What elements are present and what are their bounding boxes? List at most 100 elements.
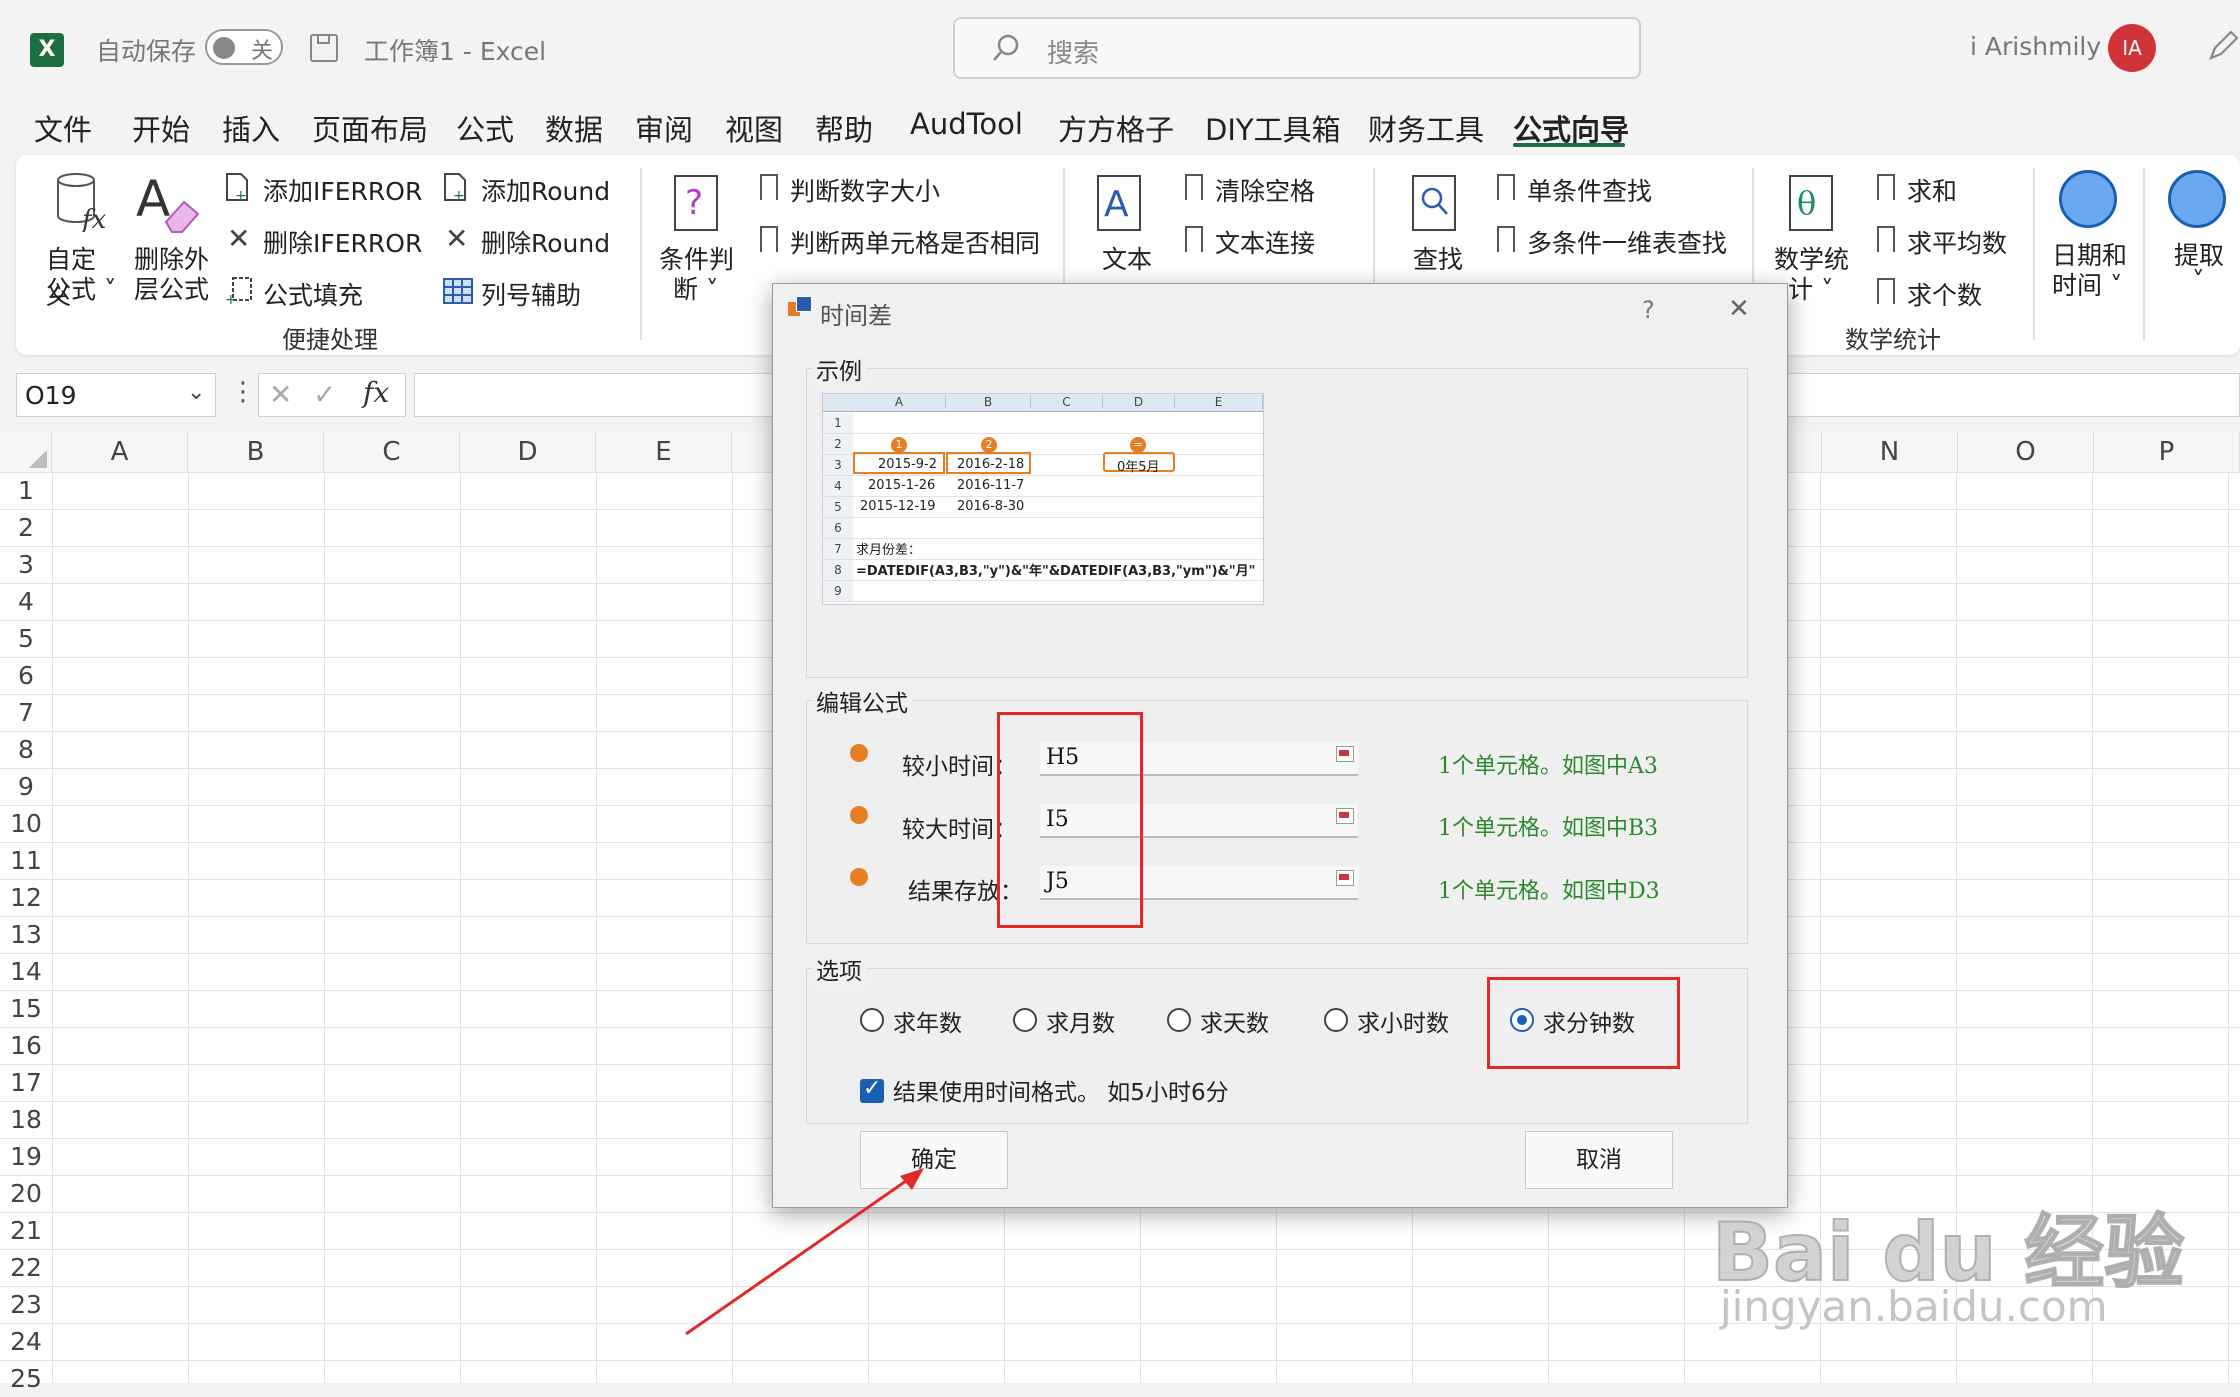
range-picker-icon[interactable] — [1336, 870, 1354, 886]
range-picker-icon[interactable] — [1336, 746, 1354, 762]
row-header[interactable]: 15 — [0, 990, 52, 1027]
row-header[interactable]: 4 — [0, 583, 52, 620]
select-all-corner[interactable] — [0, 432, 52, 472]
column-header[interactable]: N — [1822, 432, 1958, 472]
tab-diy[interactable]: DIY工具箱 — [1205, 107, 1341, 149]
search-box[interactable]: 搜索 — [953, 17, 1641, 79]
row-header[interactable]: 16 — [0, 1027, 52, 1064]
tab-home[interactable]: 开始 — [132, 107, 190, 149]
row-header[interactable]: 10 — [0, 805, 52, 842]
pen-icon[interactable] — [2205, 30, 2239, 64]
radio-years-label: 求年数 — [893, 1011, 962, 1037]
ribbon-separator — [2143, 168, 2145, 340]
row-header[interactable]: 17 — [0, 1064, 52, 1101]
column-header[interactable]: C — [324, 432, 460, 472]
extract-button[interactable]: 提取 ˅ — [2160, 170, 2235, 305]
tab-insert[interactable]: 插入 — [222, 107, 280, 149]
conditional-judge-button[interactable]: ? 条件判 断 ˅ — [655, 170, 740, 305]
help-button[interactable]: ? — [1642, 296, 1655, 324]
average-button[interactable]: 求平均数 — [1875, 222, 2025, 258]
column-header[interactable]: O — [1958, 432, 2094, 472]
radio-days[interactable] — [1167, 1008, 1191, 1032]
blue-circle-icon — [2059, 170, 2117, 228]
row-header[interactable]: 6 — [0, 657, 52, 694]
add-iferror-button[interactable]: + 添加IFERROR — [225, 170, 425, 206]
text-a-doc-icon: A — [1097, 175, 1141, 231]
column-header[interactable]: D — [460, 432, 596, 472]
column-header[interactable]: E — [596, 432, 732, 472]
row-header[interactable]: 25 — [0, 1360, 52, 1397]
count-button[interactable]: 求个数 — [1875, 274, 2005, 310]
example-cell-a5: 2015-12-19 — [860, 499, 936, 514]
delete-round-button[interactable]: ✕ 删除Round — [443, 222, 633, 258]
tab-page-layout[interactable]: 页面布局 — [312, 107, 428, 149]
row-header[interactable]: 11 — [0, 842, 52, 879]
tab-data[interactable]: 数据 — [545, 107, 603, 149]
add-round-button[interactable]: + 添加Round — [443, 170, 633, 206]
row-header[interactable]: 7 — [0, 694, 52, 731]
tab-formulas[interactable]: 公式 — [456, 107, 514, 149]
single-lookup-button[interactable]: 单条件查找 — [1495, 170, 1695, 206]
radio-years[interactable] — [860, 1008, 884, 1032]
row-header[interactable]: 2 — [0, 509, 52, 546]
row-header[interactable]: 9 — [0, 768, 52, 805]
time-format-checkbox[interactable]: ✓ — [860, 1076, 884, 1103]
cancel-x-icon[interactable]: ✕ — [269, 378, 292, 411]
custom-formula-button[interactable]: fx 自定义 公式 ˅ — [40, 170, 120, 310]
annotation-arrow — [685, 1168, 924, 1336]
row-header[interactable]: 18 — [0, 1101, 52, 1138]
text-concat-button[interactable]: 文本连接 — [1183, 222, 1353, 258]
judge-number-size-button[interactable]: 判断数字大小 — [758, 170, 1048, 206]
row-header[interactable]: 23 — [0, 1286, 52, 1323]
example-cell-a8: =DATEDIF(A3,B3,"y")&"年"&DATEDIF(A3,B3,"y… — [856, 564, 1256, 579]
judge-cells-equal-button[interactable]: 判断两单元格是否相同 — [758, 222, 1058, 258]
tab-review[interactable]: 审阅 — [635, 107, 693, 149]
column-header[interactable]: B — [188, 432, 324, 472]
autosave-toggle[interactable]: 关 — [205, 29, 283, 65]
example-cell-b5: 2016-8-30 — [957, 499, 1025, 514]
row-header[interactable]: 21 — [0, 1212, 52, 1249]
radio-months[interactable] — [1013, 1008, 1037, 1032]
tab-file[interactable]: 文件 — [34, 107, 92, 149]
name-box[interactable]: O19 ⌄ — [16, 373, 216, 417]
row-header[interactable]: 19 — [0, 1138, 52, 1175]
row-header[interactable]: 24 — [0, 1323, 52, 1360]
table-grid-icon — [443, 278, 473, 304]
column-header[interactable]: P — [2094, 432, 2240, 472]
tab-help[interactable]: 帮助 — [815, 107, 873, 149]
user-name[interactable]: i Arishmily — [1970, 32, 2101, 61]
row-header[interactable]: 20 — [0, 1175, 52, 1212]
row-header[interactable]: 3 — [0, 546, 52, 583]
sum-button[interactable]: 求和 — [1875, 170, 2005, 206]
tab-view[interactable]: 视图 — [725, 107, 783, 149]
row-header[interactable]: 12 — [0, 879, 52, 916]
row-header[interactable]: 13 — [0, 916, 52, 953]
column-header[interactable]: A — [52, 432, 188, 472]
multi-lookup-button[interactable]: 多条件一维表查找 — [1495, 222, 1755, 258]
tab-audtool[interactable]: AudTool — [910, 107, 1023, 141]
fx-icon[interactable]: fx — [363, 376, 389, 409]
delete-outer-formula-button[interactable]: A 删除外 层公式 — [130, 170, 210, 305]
radio-hours[interactable] — [1324, 1008, 1348, 1032]
row-header[interactable]: 14 — [0, 953, 52, 990]
clear-space-button[interactable]: 清除空格 — [1183, 170, 1353, 206]
cancel-button[interactable]: 取消 — [1525, 1131, 1673, 1189]
save-icon[interactable] — [310, 34, 338, 62]
avatar[interactable]: IA — [2108, 24, 2156, 72]
formula-fill-button[interactable]: + 公式填充 — [225, 274, 425, 310]
column-helper-button[interactable]: 列号辅助 — [443, 274, 633, 310]
formula-controls: ✕ ✓ fx — [258, 373, 406, 417]
row-header[interactable]: 22 — [0, 1249, 52, 1286]
delete-iferror-button[interactable]: ✕ 删除IFERROR — [225, 222, 425, 258]
confirm-check-icon[interactable]: ✓ — [313, 378, 336, 411]
close-icon[interactable]: ✕ — [1728, 294, 1750, 324]
more-options-icon[interactable]: ⋮ — [230, 377, 256, 407]
tab-fangfang[interactable]: 方方格子 — [1058, 107, 1174, 149]
row-header[interactable]: 1 — [0, 472, 52, 509]
datetime-button[interactable]: 日期和 时间 ˅ — [2048, 170, 2133, 305]
tab-finance[interactable]: 财务工具 — [1368, 107, 1484, 149]
range-picker-icon[interactable] — [1336, 808, 1354, 824]
dialog-app-icon — [788, 296, 812, 318]
row-header[interactable]: 5 — [0, 620, 52, 657]
row-header[interactable]: 8 — [0, 731, 52, 768]
